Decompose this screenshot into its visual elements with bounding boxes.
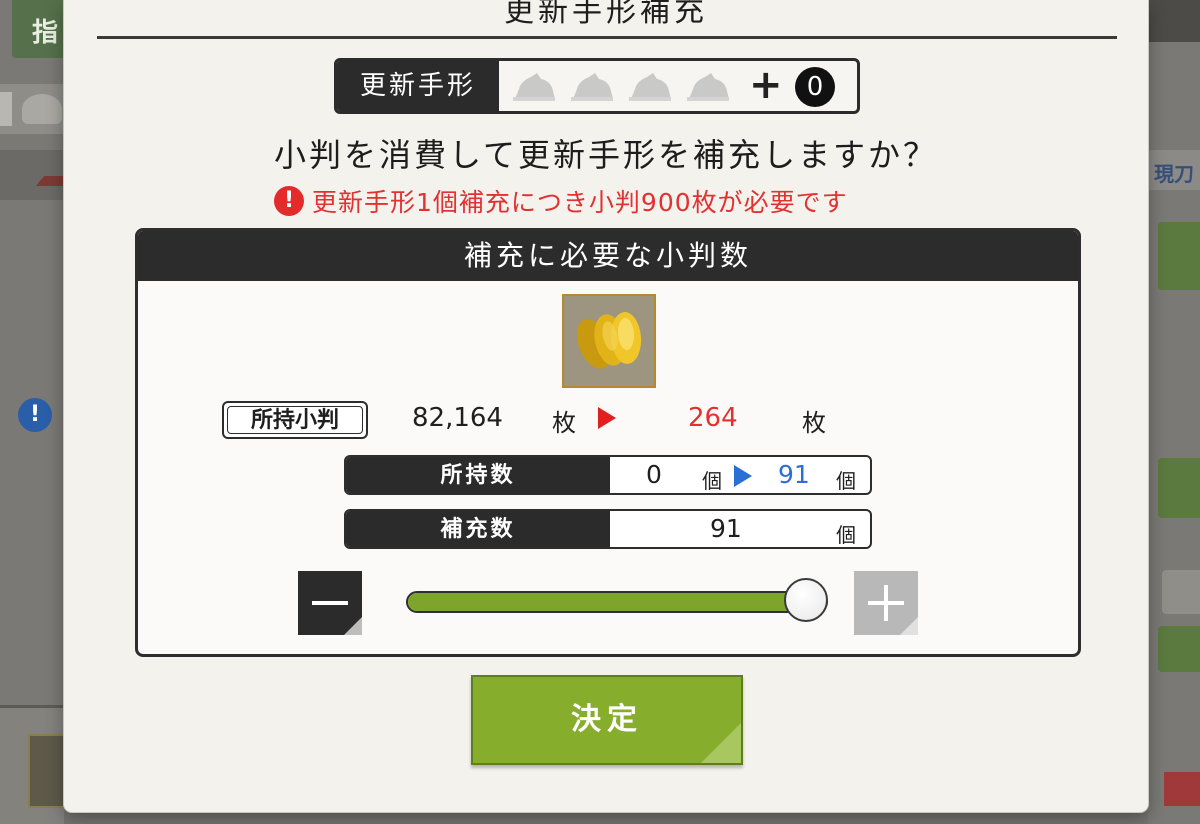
koban-unit: 枚 bbox=[552, 409, 576, 437]
quantity-slider-fill bbox=[408, 593, 826, 611]
empty-coupon-slot-icon bbox=[685, 71, 731, 103]
quantity-slider-handle[interactable] bbox=[784, 578, 828, 622]
decrease-button[interactable] bbox=[298, 571, 362, 635]
arrow-right-icon bbox=[598, 407, 616, 429]
background-green-button bbox=[1158, 222, 1200, 290]
count-unit: 個 bbox=[836, 523, 856, 547]
background-red-tag bbox=[1164, 772, 1200, 806]
background-card bbox=[0, 705, 72, 824]
background-info-icon: ! bbox=[18, 398, 52, 432]
button-corner bbox=[344, 617, 362, 635]
owned-count-row: 所持数 0 個 91 個 bbox=[344, 455, 872, 495]
refill-count-row: 補充数 91 個 bbox=[344, 509, 872, 549]
background-green-button bbox=[1158, 626, 1200, 672]
background-icon bbox=[1162, 570, 1200, 614]
panel-header: 補充に必要な小判数 bbox=[138, 231, 1078, 281]
coupon-counter: 更新手形 + 0 bbox=[334, 58, 860, 114]
empty-coupon-slot-icon bbox=[627, 71, 673, 103]
refill-dialog: 更新手形補充 更新手形 + 0 小判を消費して更新手形を補充しますか？ ! 更新… bbox=[64, 0, 1148, 812]
helmet-icon bbox=[22, 94, 62, 124]
background-tab: 指 bbox=[12, 0, 72, 58]
warning-icon: ! bbox=[274, 186, 304, 216]
empty-coupon-slot-icon bbox=[569, 71, 615, 103]
owned-count-before: 0 bbox=[646, 460, 662, 489]
plus-icon: + bbox=[749, 62, 783, 108]
confirm-button[interactable]: 決定 bbox=[471, 675, 743, 765]
coupon-count-badge: 0 bbox=[795, 67, 835, 107]
refill-count-label: 補充数 bbox=[346, 511, 610, 547]
refill-count-value: 91 bbox=[710, 514, 742, 543]
background-row bbox=[0, 84, 64, 134]
empty-coupon-slot-icon bbox=[511, 71, 557, 103]
owned-count-after: 91 bbox=[778, 460, 810, 489]
background-strip bbox=[0, 150, 75, 200]
coupon-label: 更新手形 bbox=[337, 61, 499, 111]
increase-button[interactable] bbox=[854, 571, 918, 635]
owned-koban-label: 所持小判 bbox=[222, 401, 368, 439]
koban-coins-icon bbox=[562, 294, 656, 388]
title-divider bbox=[97, 36, 1117, 39]
count-unit: 個 bbox=[702, 469, 722, 493]
warning-text: 更新手形1個補充につき小判900枚が必要です bbox=[312, 188, 848, 217]
confirm-label: 決定 bbox=[571, 702, 643, 737]
arrow-right-icon bbox=[734, 465, 752, 487]
plus-icon bbox=[884, 585, 888, 621]
button-corner bbox=[900, 617, 918, 635]
owned-count-label: 所持数 bbox=[346, 457, 610, 493]
background-right-panel: 現刀 bbox=[1130, 0, 1200, 824]
quantity-slider-track[interactable] bbox=[406, 591, 828, 613]
warning-line: ! 更新手形1個補充につき小判900枚が必要です bbox=[274, 184, 848, 218]
koban-after-value: 264 bbox=[688, 403, 738, 433]
count-unit: 個 bbox=[836, 469, 856, 493]
owned-koban-row: 所持小判 82,164 枚 264 枚 bbox=[222, 401, 1022, 441]
cost-panel: 補充に必要な小判数 所持小判 82,164 枚 264 枚 所持数 0 個 91… bbox=[135, 228, 1081, 657]
background-chip bbox=[0, 92, 12, 126]
koban-unit: 枚 bbox=[802, 409, 826, 437]
dialog-title: 更新手形補充 bbox=[504, 0, 708, 29]
confirm-question: 小判を消費して更新手形を補充しますか？ bbox=[273, 136, 939, 174]
koban-before-value: 82,164 bbox=[412, 403, 503, 433]
background-green-button bbox=[1158, 458, 1200, 518]
background-label: 現刀 bbox=[1144, 150, 1200, 190]
button-corner bbox=[701, 723, 741, 763]
minus-icon bbox=[312, 601, 348, 605]
